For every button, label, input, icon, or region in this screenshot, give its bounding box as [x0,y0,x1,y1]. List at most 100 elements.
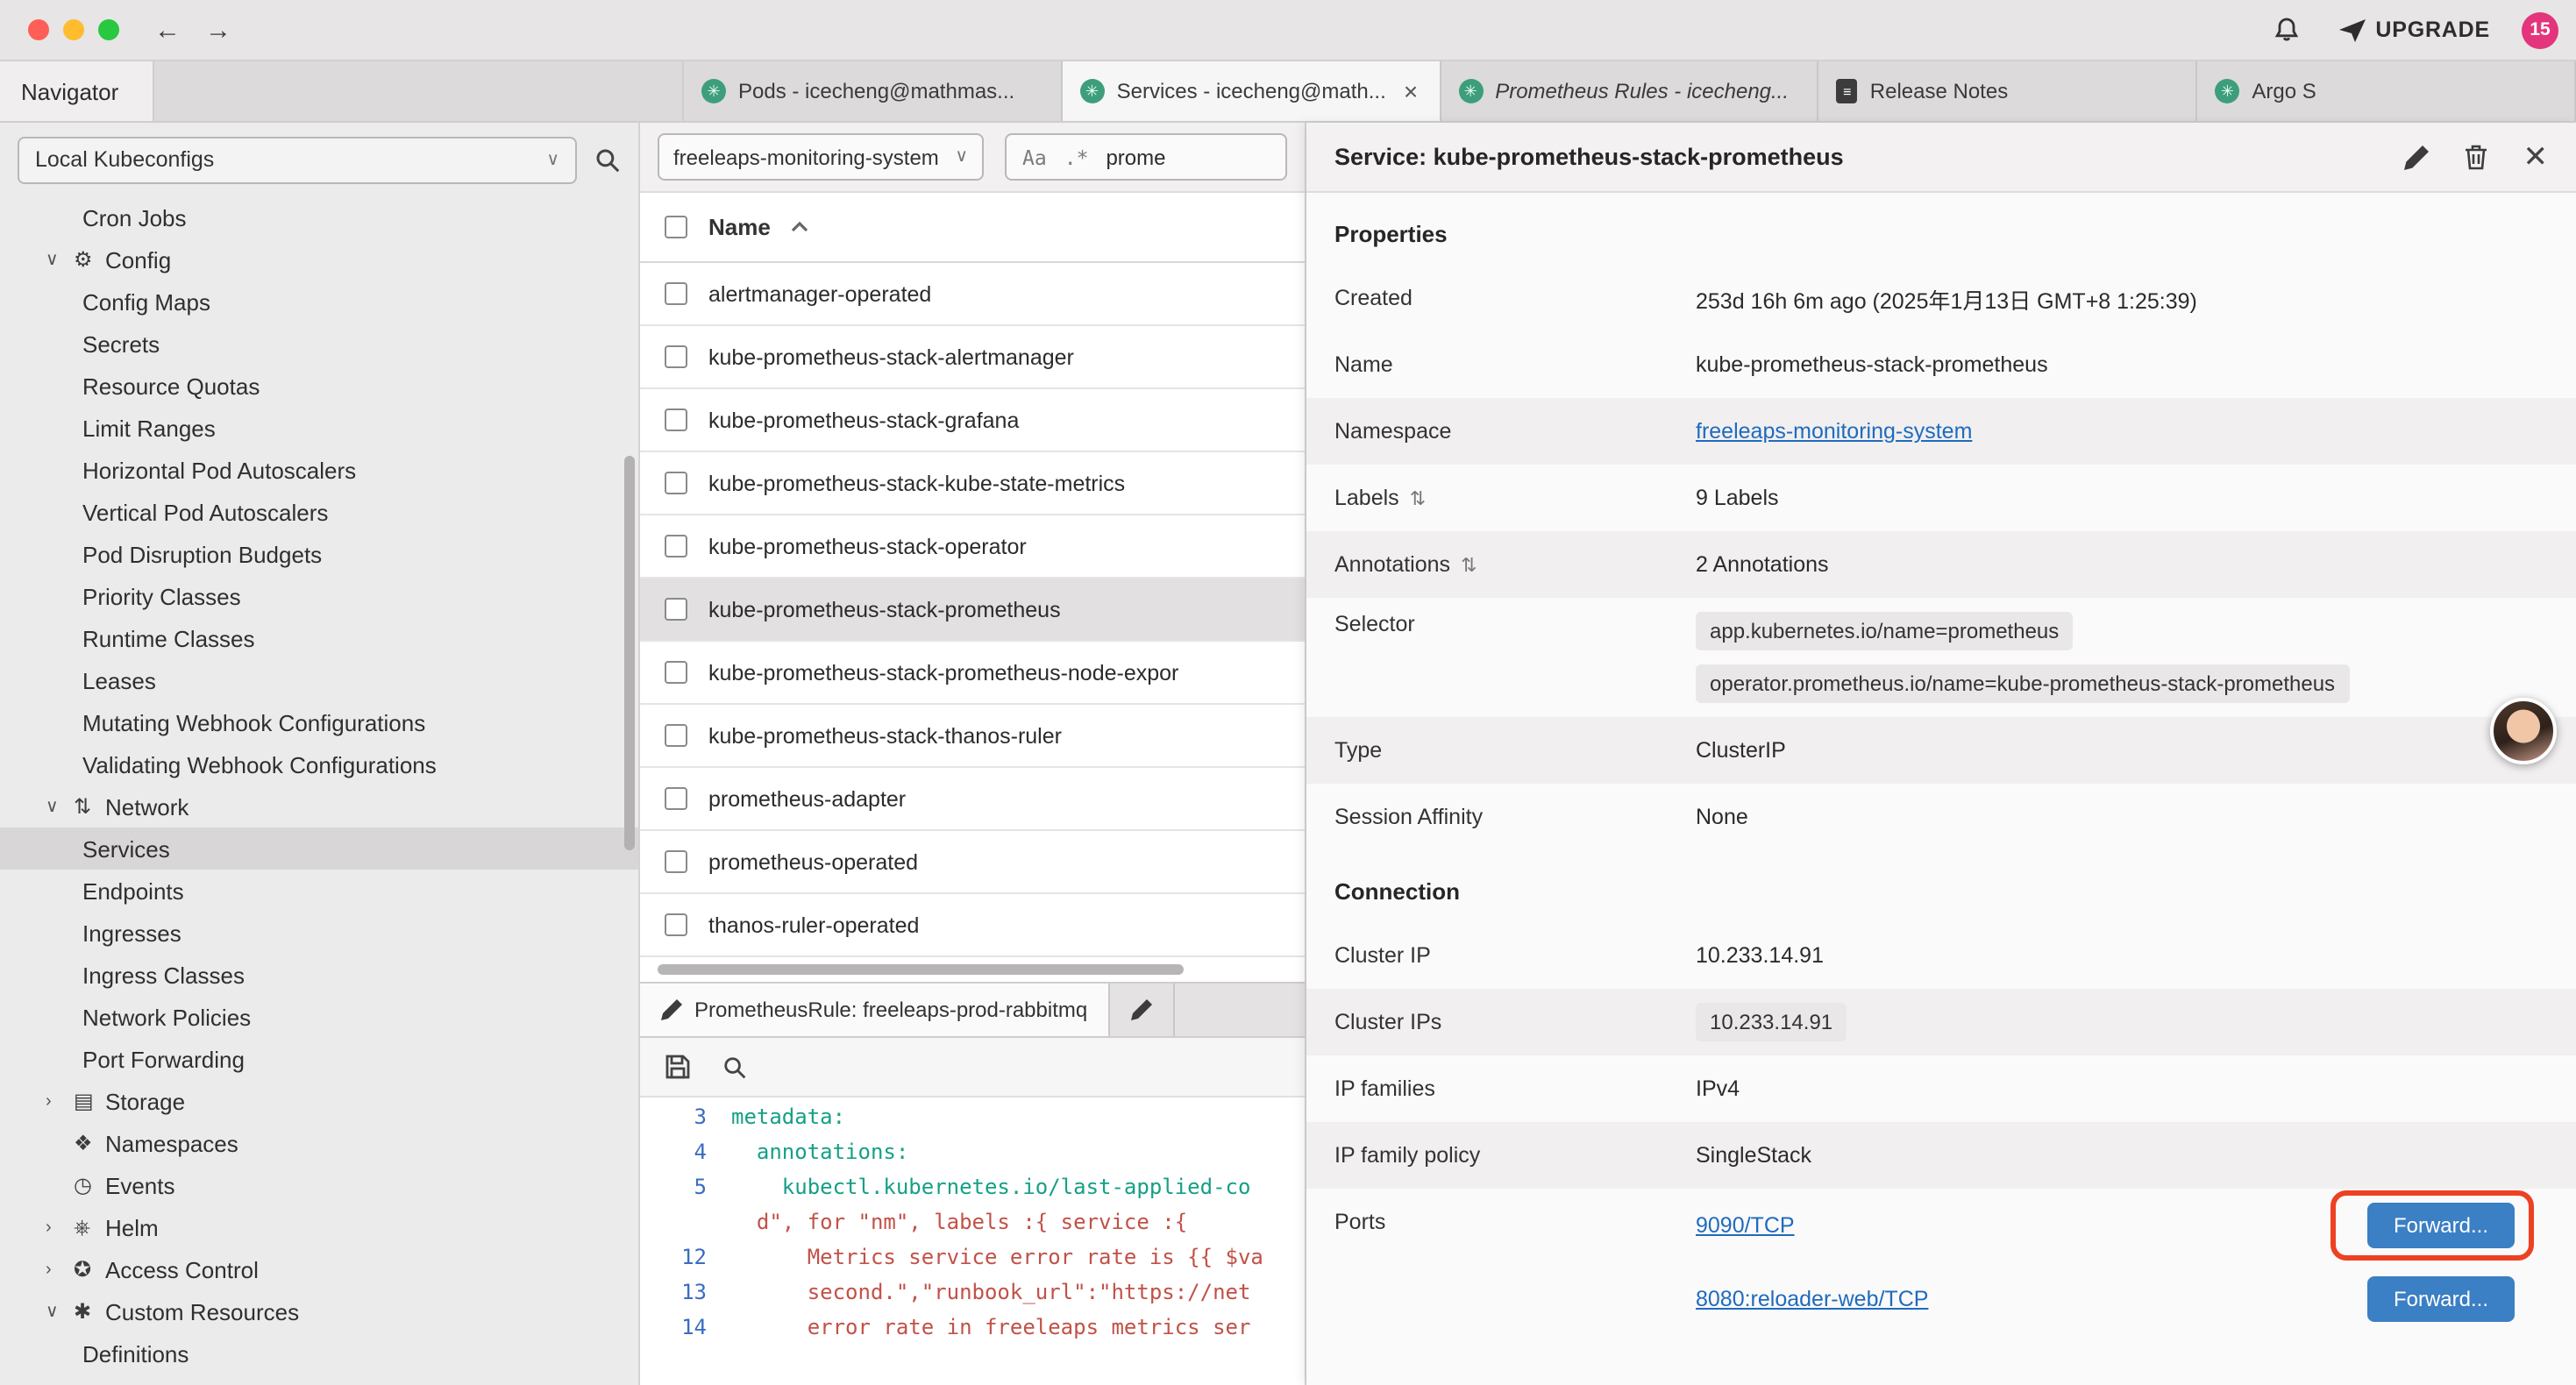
avatar[interactable] [2490,698,2557,764]
select-all-checkbox[interactable] [665,216,687,238]
table-row[interactable]: kube-prometheus-stack-prometheus [640,579,1305,642]
sidebar-item-events[interactable]: ◷Events [0,1164,638,1206]
kubeconfig-selector[interactable]: Local Kubeconfigs ∨ [18,136,577,183]
table-row[interactable]: thanos-ruler-operated [640,894,1305,957]
chevron-right-icon[interactable]: › [46,1091,74,1111]
sidebar-item-definitions[interactable]: Definitions [0,1332,638,1374]
sidebar-item-vertical-pod-autoscalers[interactable]: Vertical Pod Autoscalers [0,491,638,533]
sidebar-item-secrets[interactable]: Secrets [0,323,638,365]
chevron-right-icon[interactable]: › [46,1260,74,1279]
yaml-editor[interactable]: 3metadata:4 annotations:5 kubectl.kubern… [640,1097,1305,1385]
close-icon[interactable]: ✕ [2523,139,2549,174]
editor-tab[interactable]: PrometheusRule: freeleaps-prod-rabbitmq [640,984,1110,1036]
sidebar-item-services[interactable]: Services [0,827,638,870]
sidebar-item-custom-resources[interactable]: ∨✱Custom Resources [0,1290,638,1332]
editor-tab-partial[interactable] [1110,984,1175,1036]
sidebar-item-config-maps[interactable]: Config Maps [0,281,638,323]
sidebar-item-mutating-webhook-configurations[interactable]: Mutating Webhook Configurations [0,701,638,743]
zoom-window-button[interactable] [98,19,119,40]
tab-release[interactable]: Release Notes [1819,61,2198,121]
tab-prometheus[interactable]: Prometheus Rules - icecheng... [1441,61,1819,121]
chevron-right-icon[interactable]: › [46,1218,74,1237]
row-checkbox[interactable] [665,345,687,368]
row-checkbox[interactable] [665,535,687,558]
delete-resource-icon[interactable] [2464,144,2488,170]
table-row[interactable]: prometheus-adapter [640,768,1305,831]
row-checkbox[interactable] [665,850,687,873]
port-link[interactable]: 9090/TCP [1696,1213,1795,1238]
sidebar-item-validating-webhook-configurations[interactable]: Validating Webhook Configurations [0,743,638,785]
notifications-bell-icon[interactable] [2272,16,2300,44]
name-column-header[interactable]: Name [708,214,771,240]
sidebar-item-priority-classes[interactable]: Priority Classes [0,575,638,617]
table-row[interactable]: kube-prometheus-stack-grafana [640,389,1305,452]
edit-resource-icon[interactable] [2404,145,2429,169]
row-checkbox[interactable] [665,661,687,684]
sidebar-item-endpoints[interactable]: Endpoints [0,870,638,912]
row-checkbox[interactable] [665,472,687,494]
regex-toggle[interactable]: .* [1064,145,1089,169]
sidebar-item-helm[interactable]: ›⎈Helm [0,1206,638,1248]
detail-label: Selector [1334,612,1696,636]
sidebar-scrollbar[interactable] [624,456,635,850]
table-row[interactable]: kube-prometheus-stack-alertmanager [640,326,1305,389]
port-forward-button[interactable]: Forward... [2367,1203,2515,1248]
table-row[interactable]: alertmanager-operated [640,263,1305,326]
chevron-down-icon[interactable]: ∨ [46,250,74,269]
row-checkbox[interactable] [665,598,687,621]
port-link[interactable]: 8080:reloader-web/TCP [1696,1287,1928,1311]
navigator-search-icon[interactable] [594,146,621,173]
namespace-link[interactable]: freeleaps-monitoring-system [1696,419,1972,444]
row-checkbox[interactable] [665,787,687,810]
close-window-button[interactable] [28,19,49,40]
sidebar-item-network-policies[interactable]: Network Policies [0,996,638,1038]
sidebar-item-config[interactable]: ∨⚙Config [0,238,638,281]
filter-input[interactable]: prome [1106,145,1165,169]
sidebar-item-cron-jobs[interactable]: Cron Jobs [0,196,638,238]
table-row[interactable]: kube-prometheus-stack-operator [640,515,1305,579]
sidebar-item-ingresses[interactable]: Ingresses [0,912,638,954]
row-checkbox[interactable] [665,282,687,305]
sidebar-item-access-control[interactable]: ›✪Access Control [0,1248,638,1290]
port-forward-button[interactable]: Forward... [2367,1276,2515,1322]
table-row[interactable]: kube-prometheus-stack-thanos-ruler [640,705,1305,768]
upgrade-button[interactable]: UPGRADE [2338,18,2490,42]
sidebar-item-ingress-classes[interactable]: Ingress Classes [0,954,638,996]
horizontal-scrollbar[interactable] [640,957,1305,982]
expand-toggle-icon[interactable]: ⇅ [1461,553,1477,576]
table-row[interactable]: prometheus-operated [640,831,1305,894]
match-case-toggle[interactable]: Aa [1022,145,1047,169]
tab-services[interactable]: Services - icecheng@math...× [1063,61,1441,121]
tab-close-icon[interactable]: × [1400,77,1421,105]
sidebar-item-network[interactable]: ∨⇅Network [0,785,638,827]
sidebar-item-limit-ranges[interactable]: Limit Ranges [0,407,638,449]
tab-pods[interactable]: Pods - icecheng@mathmas... [684,61,1063,121]
sidebar-item-horizontal-pod-autoscalers[interactable]: Horizontal Pod Autoscalers [0,449,638,491]
row-checkbox[interactable] [665,408,687,431]
sidebar-item-storage[interactable]: ›▤Storage [0,1080,638,1122]
row-checkbox[interactable] [665,724,687,747]
expand-toggle-icon[interactable]: ⇅ [1410,487,1426,509]
forward-button[interactable]: → [205,15,231,45]
table-row[interactable]: kube-prometheus-stack-kube-state-metrics [640,452,1305,515]
namespace-selector[interactable]: freeleaps-monitoring-system ∨ [658,133,984,181]
sidebar-item-leases[interactable]: Leases [0,659,638,701]
sidebar-item-runtime-classes[interactable]: Runtime Classes [0,617,638,659]
sort-ascending-icon[interactable] [792,221,809,233]
sidebar-item-port-forwarding[interactable]: Port Forwarding [0,1038,638,1080]
chevron-down-icon[interactable]: ∨ [46,797,74,816]
notification-count-badge[interactable]: 15 [2522,11,2558,48]
chevron-down-icon[interactable]: ∨ [46,1302,74,1321]
save-icon[interactable] [665,1054,691,1080]
sidebar-item-namespaces[interactable]: ❖Namespaces [0,1122,638,1164]
minimize-window-button[interactable] [63,19,84,40]
tab-argo[interactable]: Argo S [2197,61,2576,121]
sidebar-item-resource-quotas[interactable]: Resource Quotas [0,365,638,407]
table-filter[interactable]: Aa .* prome [1005,133,1287,181]
row-checkbox[interactable] [665,913,687,936]
namespace-selector-value: freeleaps-monitoring-system [673,145,939,169]
table-row[interactable]: kube-prometheus-stack-prometheus-node-ex… [640,642,1305,705]
back-button[interactable]: ← [154,15,181,45]
sidebar-item-pod-disruption-budgets[interactable]: Pod Disruption Budgets [0,533,638,575]
editor-search-icon[interactable] [722,1055,747,1079]
